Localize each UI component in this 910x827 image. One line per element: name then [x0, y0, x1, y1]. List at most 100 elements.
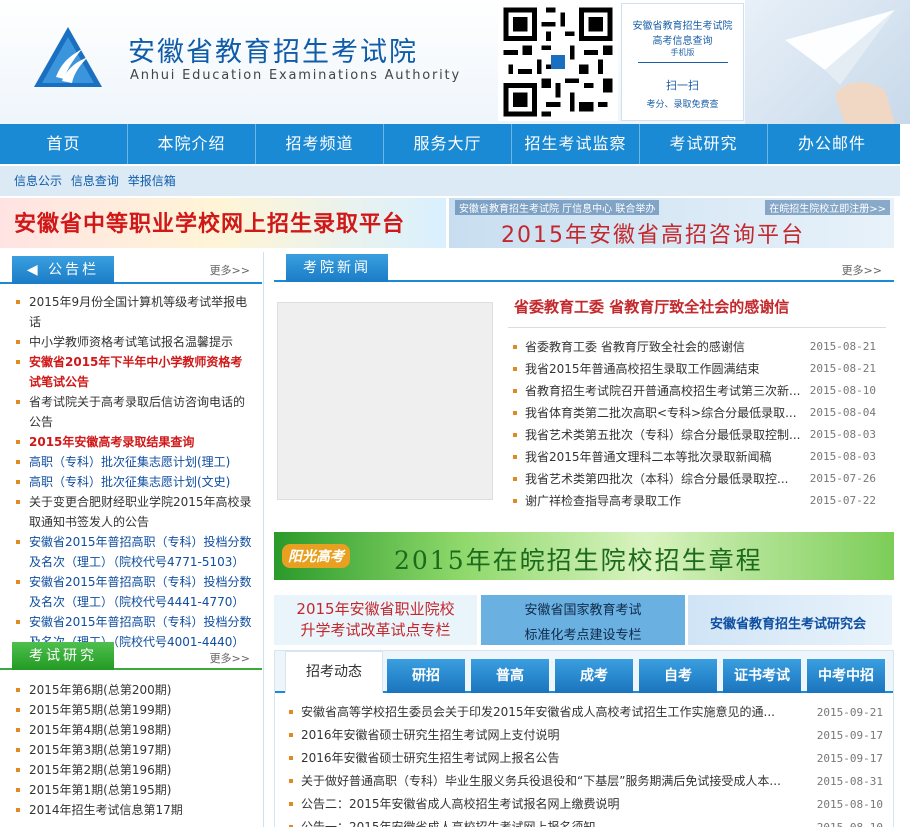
news-item-date: 2015-07-26 [809, 472, 876, 485]
news-more-link[interactable]: 更多>> [842, 262, 882, 278]
announcement-more-link[interactable]: 更多>> [210, 262, 250, 278]
news-title: 考院新闻 [286, 254, 388, 282]
nav-channel[interactable]: 招考频道 [256, 124, 384, 164]
exam-news-date: 2015-09-17 [816, 752, 883, 765]
list-item[interactable]: 省委教育工委 省教育厅致全社会的感谢信 2015-08-21 [510, 336, 876, 358]
exam-news-title[interactable]: 安徽省高等学校招生委员会关于印发2015年安徽省成人高校考试招生工作实施意见的通… [301, 701, 775, 724]
news-item-title[interactable]: 省教育招生考试院召开普通高校招生考试第三次新... [525, 384, 800, 398]
tab-exam-news[interactable]: 招考动态 [285, 651, 383, 693]
news-item-title[interactable]: 谢广祥检查指导高考录取工作 [525, 494, 681, 508]
news-item-title[interactable]: 我省艺术类第五批次（专科）综合分最低录取控制... [525, 428, 800, 442]
list-item[interactable]: 2015年第1期(总第195期) [14, 780, 252, 800]
tab-certificate[interactable]: 证书考试 [723, 659, 801, 693]
main-column: 考院新闻 更多>> 省委教育工委 省教育厅致全社会的感谢信 省委教育工委 省教育… [274, 252, 894, 827]
tab-general-college[interactable]: 普高 [471, 659, 549, 693]
list-item[interactable]: 2015年第6期(总第200期) [14, 680, 252, 700]
exam-news-tabs: 招考动态 研招 普高 成考 自考 证书考试 中考中招 [275, 651, 893, 693]
research-more-link[interactable]: 更多>> [210, 650, 250, 666]
list-item[interactable]: 安徽省高等学校招生委员会关于印发2015年安徽省成人高校考试招生工作实施意见的通… [285, 701, 883, 724]
list-item[interactable]: 2015年第5期(总第199期) [14, 700, 252, 720]
vocational-admission-banner[interactable]: 安徽省中等职业学校网上招生录取平台 [0, 198, 446, 248]
subnav-info-query[interactable]: 信息查询 [71, 174, 119, 188]
list-item[interactable]: 安徽省2015年普招高职（专科）投档分数及名次（理工）（院校代号4771-510… [14, 532, 252, 572]
subnav-info-public[interactable]: 信息公示 [14, 174, 62, 188]
exam-news-date: 2015-08-10 [816, 798, 883, 811]
list-item[interactable]: 2015年9月份全国计算机等级考试举报电话 [14, 292, 252, 332]
news-item-title[interactable]: 我省2015年普通文理科二本等批次录取新闻稿 [525, 450, 772, 464]
list-item[interactable]: 我省体育类第二批次高职<专科>综合分最低录取... 2015-08-04 [510, 402, 876, 424]
list-item[interactable]: 高职（专科）批次征集志愿计划(文史) [14, 472, 252, 492]
nav-mail[interactable]: 办公邮件 [768, 124, 896, 164]
subnav-report-mail[interactable]: 举报信箱 [128, 174, 176, 188]
main-nav: 首页 本院介绍 招考频道 服务大厅 招生考试监察 考试研究 办公邮件 [0, 124, 900, 164]
announcement-header: ◀ 公告栏 更多>> [0, 252, 262, 284]
tab-middle-school[interactable]: 中考中招 [807, 659, 885, 693]
exam-news-title[interactable]: 公告二：2015年安徽省成人高校招生考试报名网上缴费说明 [301, 793, 620, 816]
consult-banner-organizers: 安徽省教育招生考试院 厅信息中心 联合举办 [455, 200, 660, 215]
exam-news-title[interactable]: 2016年安徽省硕士研究生招生考试网上报名公告 [301, 747, 560, 770]
list-item[interactable]: 高职（专科）批次征集志愿计划(理工) [14, 452, 252, 472]
nav-research[interactable]: 考试研究 [640, 124, 768, 164]
nav-supervision[interactable]: 招生考试监察 [512, 124, 640, 164]
research-society-banner[interactable]: 安徽省教育招生考试研究会 [688, 595, 892, 645]
tab-postgraduate[interactable]: 研招 [387, 659, 465, 693]
list-item[interactable]: 安徽省2015年普招高职（专科）投档分数及名次（理工）（院校代号4441-477… [14, 572, 252, 612]
list-item[interactable]: 2016年安徽省硕士研究生招生考试网上报名公告 2015-09-17 [285, 747, 883, 770]
list-item[interactable]: 省考试院关于高考录取后信访咨询电话的公告 [14, 392, 252, 432]
sunshine-gaokao-tag: 阳光高考 [282, 544, 350, 568]
list-item[interactable]: 2015年第3期(总第197期) [14, 740, 252, 760]
site-name-en: Anhui Education Examinations Authority [130, 68, 461, 83]
nav-about[interactable]: 本院介绍 [128, 124, 256, 164]
exam-news-title[interactable]: 关于做好普通高职（专科）毕业生服义务兵役退役和“下基层”服务期满后免试接受成人本… [301, 770, 781, 793]
exam-news-title[interactable]: 2016年安徽省硕士研究生招生考试网上支付说明 [301, 724, 560, 747]
exam-news-list: 安徽省高等学校招生委员会关于印发2015年安徽省成人高校考试招生工作实施意见的通… [285, 701, 883, 827]
research-box: 考试研究 更多>> 2015年第6期(总第200期) 2015年第5期(总第19… [0, 640, 262, 820]
list-item[interactable]: 2016年安徽省硕士研究生招生考试网上支付说明 2015-09-17 [285, 724, 883, 747]
list-item[interactable]: 公告一：2015年安徽省成人高校招生考试网上报名须知 2015-08-10 [285, 816, 883, 827]
vocational-reform-banner[interactable]: 2015年安徽省职业院校 升学考试改革试点专栏 [274, 595, 477, 645]
consult-banner-register[interactable]: 在皖招生院校立即注册>> [765, 200, 890, 215]
list-item[interactable]: 关于变更合肥财经职业学院2015年高校录取通知书签发人的公告 [14, 492, 252, 532]
list-item[interactable]: 我省2015年普通高校招生录取工作圆满结束 2015-08-21 [510, 358, 876, 380]
mobile-query-card[interactable]: 安徽省教育招生考试院 高考信息查询 手机版 扫一扫 考分、录取免费查 [621, 3, 744, 121]
list-item[interactable]: 2015年安徽高考录取结果查询 [14, 432, 252, 452]
news-image[interactable] [277, 302, 493, 500]
news-item-date: 2015-08-03 [809, 450, 876, 463]
site-header: 安徽省教育招生考试院 Anhui Education Examinations … [0, 0, 910, 124]
sunshine-gaokao-text: 2015年在皖招生院校招生章程 [394, 546, 763, 575]
standard-site-line2: 标准化考点建设专栏 [524, 628, 642, 643]
announcement-box: ◀ 公告栏 更多>> 2015年9月份全国计算机等级考试举报电话 中小学教师资格… [0, 252, 262, 652]
sunshine-gaokao-banner[interactable]: 阳光高考 2015年在皖招生院校招生章程 [274, 532, 894, 580]
exam-news-title[interactable]: 公告一：2015年安徽省成人高校招生考试网上报名须知 [301, 816, 596, 827]
list-item[interactable]: 2014年招生考试信息第17期 [14, 800, 252, 820]
news-item-title[interactable]: 我省2015年普通高校招生录取工作圆满结束 [525, 362, 760, 376]
list-item[interactable]: 安徽省2015年下半年中小学教师资格考试笔试公告 [14, 352, 252, 392]
list-item[interactable]: 公告二：2015年安徽省成人高校招生考试报名网上缴费说明 2015-08-10 [285, 793, 883, 816]
list-item[interactable]: 我省艺术类第五批次（专科）综合分最低录取控制... 2015-08-03 [510, 424, 876, 446]
nav-home[interactable]: 首页 [0, 124, 128, 164]
list-item[interactable]: 省教育招生考试院召开普通高校招生考试第三次新... 2015-08-10 [510, 380, 876, 402]
exam-news-date: 2015-08-10 [817, 816, 883, 827]
news-headline[interactable]: 省委教育工委 省教育厅致全社会的感谢信 [514, 296, 789, 317]
tab-self-study[interactable]: 自考 [639, 659, 717, 693]
nav-service-hall[interactable]: 服务大厅 [384, 124, 512, 164]
tab-adult-exam[interactable]: 成考 [555, 659, 633, 693]
list-item[interactable]: 谢广祥检查指导高考录取工作 2015-07-22 [510, 490, 876, 512]
speaker-icon: ◀ [26, 262, 41, 278]
list-item[interactable]: 我省艺术类第四批次（本科）综合分最低录取控... 2015-07-26 [510, 468, 876, 490]
news-header: 考院新闻 更多>> [274, 252, 894, 282]
exam-news-box: 招考动态 研招 普高 成考 自考 证书考试 中考中招 安徽省高等学校招生委员会关… [274, 650, 894, 827]
list-item[interactable]: 2015年第2期(总第196期) [14, 760, 252, 780]
list-item[interactable]: 中小学教师资格考试笔试报名温馨提示 [14, 332, 252, 352]
news-item-title[interactable]: 我省艺术类第四批次（本科）综合分最低录取控... [525, 472, 788, 486]
list-item[interactable]: 关于做好普通高职（专科）毕业生服义务兵役退役和“下基层”服务期满后免试接受成人本… [285, 770, 883, 793]
news-item-title[interactable]: 省委教育工委 省教育厅致全社会的感谢信 [525, 340, 745, 354]
consult-platform-banner[interactable]: 安徽省教育招生考试院 厅信息中心 联合举办 在皖招生院校立即注册>> 2015年… [449, 198, 894, 248]
qr-card-divider [637, 62, 728, 63]
news-item-title[interactable]: 我省体育类第二批次高职<专科>综合分最低录取... [525, 406, 797, 420]
logo-icon[interactable] [32, 25, 104, 91]
list-item[interactable]: 2015年第4期(总第198期) [14, 720, 252, 740]
standard-site-banner[interactable]: 安徽省国家教育考试 标准化考点建设专栏 [481, 595, 685, 645]
vocational-reform-line2: 升学考试改革试点专栏 [300, 621, 451, 639]
list-item[interactable]: 我省2015年普通文理科二本等批次录取新闻稿 2015-08-03 [510, 446, 876, 468]
